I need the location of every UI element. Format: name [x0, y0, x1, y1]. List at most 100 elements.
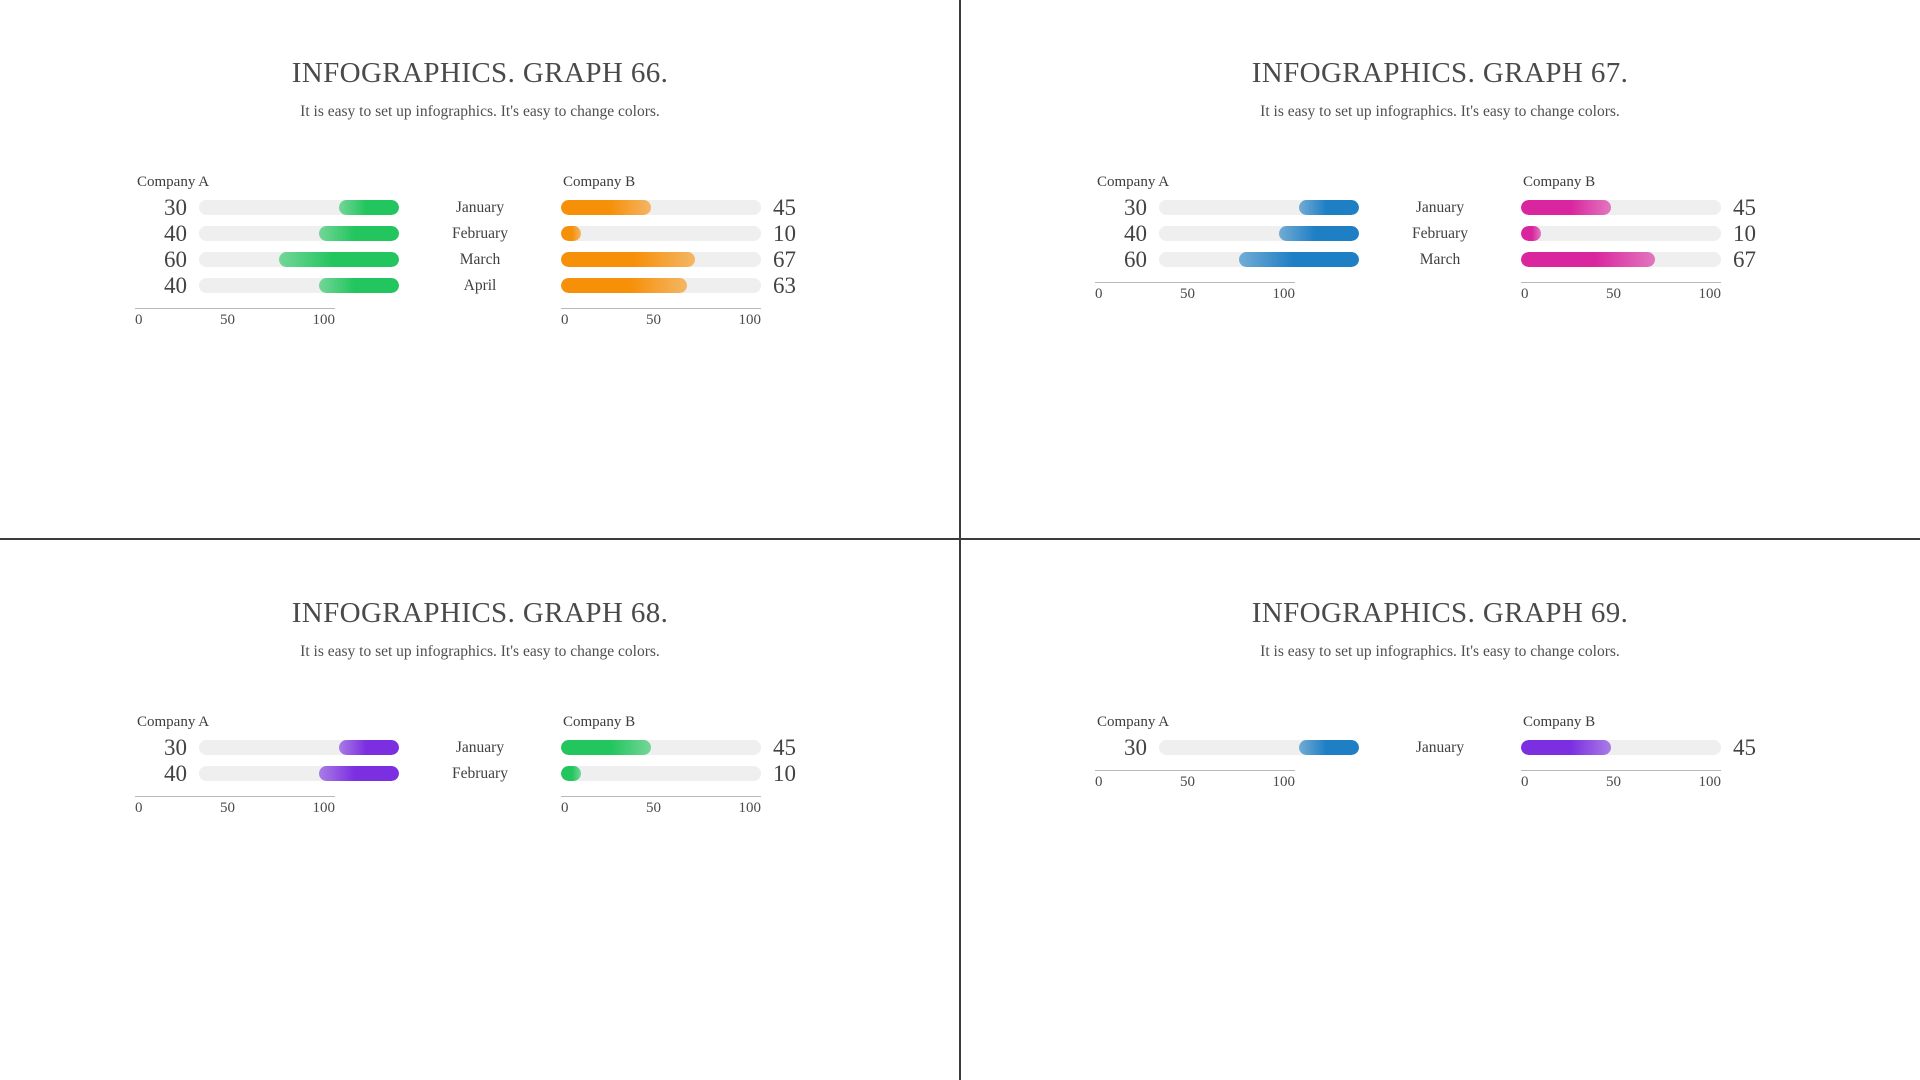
bar-chart: Company A 30 40 60 0 50 100 January February Marc…	[960, 169, 1920, 303]
infographic-panel: INFOGRAPHICS. GRAPH 68. It is easy to set…	[0, 540, 960, 1080]
company-a-rows: 30 40 60 40	[135, 195, 399, 299]
category-label: January	[455, 738, 505, 756]
panel-divider-horizontal	[0, 538, 1920, 540]
bar-track	[1159, 252, 1359, 268]
bar-value: 63	[773, 273, 796, 299]
bar-row: 67	[1521, 247, 1785, 272]
x-axis: 0 50 100	[1095, 282, 1295, 303]
company-a-header: Company A	[1097, 714, 1170, 731]
company-a-rows: 30	[1095, 735, 1359, 761]
bar-track	[561, 740, 761, 756]
bar-track-tint	[199, 226, 319, 242]
category-label-list: January	[1365, 735, 1515, 761]
bar-track-tint	[581, 766, 761, 782]
axis-line	[1521, 282, 1721, 284]
bar-row: 63	[561, 273, 825, 298]
bar-fill	[561, 766, 581, 782]
panel-header: INFOGRAPHICS. GRAPH 69. It is easy to set…	[960, 540, 1920, 661]
axis-tick-labels: 0 50 100	[135, 312, 335, 329]
bar-fill	[561, 252, 695, 268]
panel-subtitle: It is easy to set up infographics. It's …	[1260, 102, 1620, 120]
bar-fill	[319, 278, 399, 294]
axis-tick: 0	[1095, 286, 1103, 303]
bar-fill	[1521, 226, 1541, 242]
x-axis: 0 50 100	[135, 308, 335, 329]
bar-track-tint	[1611, 200, 1721, 216]
bar-value: 60	[1124, 247, 1147, 273]
bar-track-tint	[695, 252, 761, 268]
company-a-group: Company A 30 40 60 0 50 100	[1095, 169, 1359, 303]
bar-value: 40	[164, 273, 187, 299]
axis-tick: 100	[738, 800, 762, 817]
bar-value: 60	[164, 247, 187, 273]
bar-track	[199, 740, 399, 756]
category-label: February	[452, 224, 508, 242]
bar-row: 45	[561, 195, 825, 220]
axis-tick: 50	[1180, 774, 1195, 791]
bar-row: 40	[1095, 221, 1359, 246]
axis-tick: 100	[1698, 286, 1722, 303]
category-label-list: January February March	[1365, 195, 1515, 273]
bar-track-tint	[651, 740, 761, 756]
axis-tick: 50	[1606, 286, 1621, 303]
bar-track-tint	[1159, 226, 1279, 242]
bar-row: 30	[1095, 195, 1359, 220]
axis-tick: 100	[1272, 286, 1296, 303]
bar-row: 45	[561, 735, 825, 760]
x-axis: 0 50 100	[561, 308, 761, 329]
axis-tick-labels: 0 50 100	[135, 800, 335, 817]
company-b-group: Company B 45 10 67 63 0 50 100	[561, 169, 825, 329]
bar-row: 10	[561, 761, 825, 786]
bar-value: 30	[1124, 195, 1147, 221]
axis-line	[1521, 770, 1721, 772]
category-label: February	[1412, 224, 1468, 242]
bar-fill	[1239, 252, 1359, 268]
bar-fill	[561, 200, 651, 216]
bar-value: 45	[773, 735, 796, 761]
panel-header: INFOGRAPHICS. GRAPH 68. It is easy to set…	[0, 540, 960, 661]
bar-fill	[1279, 226, 1359, 242]
bar-track	[199, 200, 399, 216]
company-a-rows: 30 40	[135, 735, 399, 787]
bar-track-tint	[1159, 740, 1299, 756]
bar-row: 10	[561, 221, 825, 246]
axis-tick: 50	[220, 800, 235, 817]
category-labels: January February	[399, 709, 561, 787]
bar-value: 30	[1124, 735, 1147, 761]
panel-title: INFOGRAPHICS. GRAPH 67.	[1251, 57, 1629, 89]
company-b-rows: 45 10 67	[1521, 195, 1785, 273]
panel-subtitle: It is easy to set up infographics. It's …	[300, 102, 660, 120]
company-a-rows: 30 40 60	[1095, 195, 1359, 273]
bar-track	[199, 226, 399, 242]
category-label: February	[452, 764, 508, 782]
bar-row: 67	[561, 247, 825, 272]
bar-track-tint	[1159, 200, 1299, 216]
bar-row: 40	[135, 761, 399, 786]
company-b-group: Company B 45 10 0 50 100	[561, 709, 825, 817]
axis-line	[135, 308, 335, 310]
category-label: March	[459, 250, 501, 268]
company-a-group: Company A 30 40 0 50 100	[135, 709, 399, 817]
bar-track-tint	[1541, 226, 1721, 242]
axis-tick-labels: 0 50 100	[1521, 774, 1721, 791]
bar-track-tint	[651, 200, 761, 216]
panel-subtitle: It is easy to set up infographics. It's …	[1260, 642, 1620, 660]
category-labels: January February March	[1359, 169, 1521, 273]
bar-track-tint	[687, 278, 761, 294]
bar-row: 40	[135, 273, 399, 298]
bar-fill	[339, 740, 399, 756]
bar-track	[1159, 740, 1359, 756]
axis-tick: 0	[1521, 774, 1529, 791]
bar-value: 67	[1733, 247, 1756, 273]
panel-header: INFOGRAPHICS. GRAPH 66. It is easy to set…	[0, 0, 960, 121]
x-axis: 0 50 100	[561, 796, 761, 817]
x-axis: 0 50 100	[1095, 770, 1295, 791]
x-axis: 0 50 100	[1521, 282, 1721, 303]
bar-track-tint	[1655, 252, 1721, 268]
bar-track	[561, 278, 761, 294]
company-b-header: Company B	[563, 174, 636, 191]
company-b-header: Company B	[563, 714, 636, 731]
axis-tick: 0	[561, 312, 569, 329]
bar-row: 40	[135, 221, 399, 246]
bar-track-tint	[199, 252, 279, 268]
